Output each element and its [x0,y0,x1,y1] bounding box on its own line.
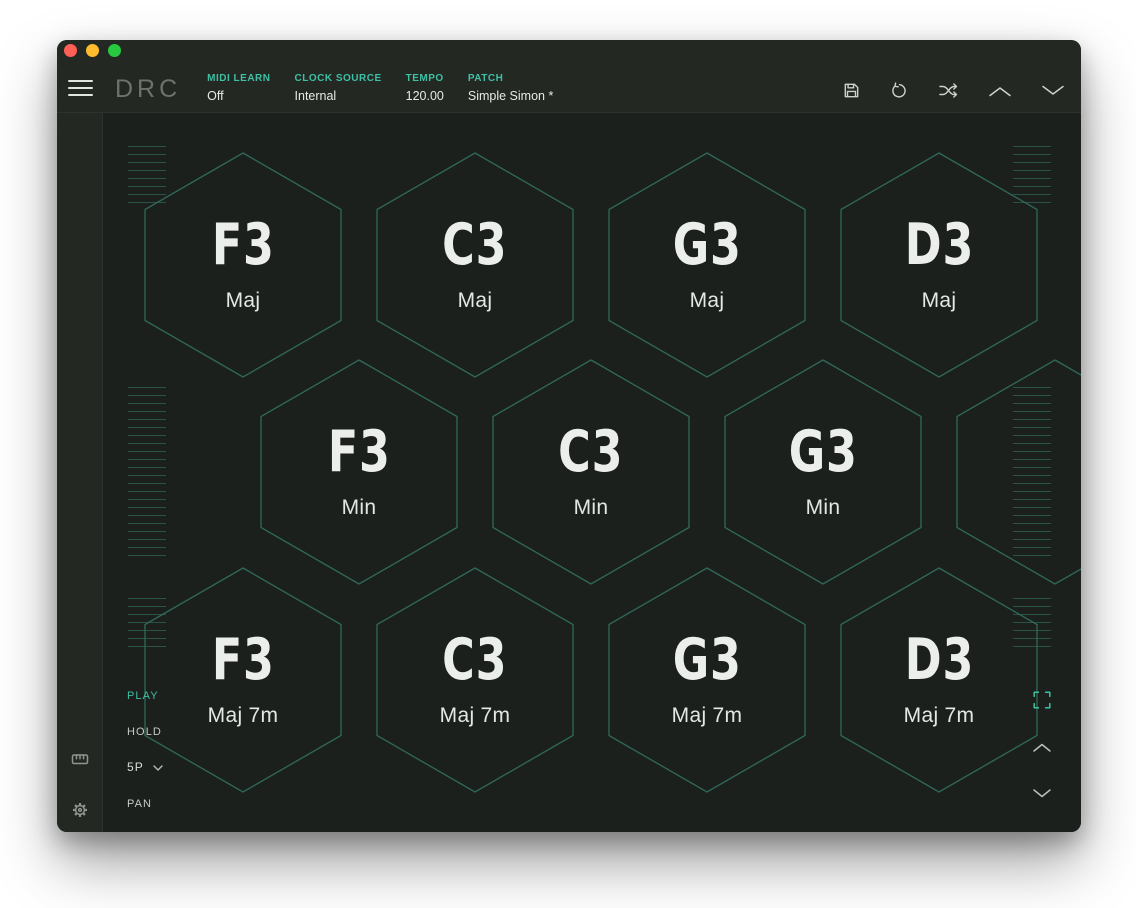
chord-pad-partial[interactable] [956,359,1081,585]
tempo-value: 120.00 [405,89,444,103]
settings-gear-icon[interactable] [70,800,90,820]
hold-mode-button[interactable]: HOLD [127,726,162,738]
app-logo: DRC [115,75,182,103]
chord-pad-grid: F3 Maj C3 Maj G3 Maj D3 Maj F3 Min C3 Mi… [103,113,1081,832]
minimize-button[interactable] [86,43,99,57]
pad-note: C3 [558,419,624,485]
focus-frame-icon[interactable] [1033,691,1051,709]
midi-learn-label: MIDI LEARN [207,73,271,84]
window-controls [64,43,121,57]
midi-device-icon[interactable] [70,749,90,769]
chord-pad[interactable]: D3 Maj [840,152,1038,378]
ruled-lines [128,387,166,557]
chord-pad[interactable]: C3 Min [492,359,690,585]
undo-icon[interactable] [890,81,909,100]
chevron-up-icon[interactable] [988,84,1012,98]
hamburger-menu-button[interactable] [68,80,93,96]
patch-label: PATCH [467,73,504,84]
pad-note: G3 [788,419,858,485]
clock-source-control[interactable]: CLOCK SOURCE Internal [295,73,382,103]
chord-pad[interactable]: C3 Maj 7m [376,567,574,793]
pad-note: C3 [442,627,508,693]
midi-learn-control[interactable]: MIDI LEARN Off [207,73,270,103]
chord-pad[interactable]: G3 Maj [608,152,806,378]
hexagon-outline [956,359,1081,585]
patch-control[interactable]: PATCH Simple Simon * [468,73,553,103]
tempo-label: TEMPO [405,73,444,84]
tempo-control[interactable]: TEMPO 120.00 [406,73,444,103]
pad-note: F3 [211,212,275,278]
midi-learn-value: Off [207,89,224,103]
octave-down-icon[interactable] [1032,787,1052,800]
shuffle-icon[interactable] [938,81,959,100]
pad-note: G3 [672,627,742,693]
voicing-value: 5P [127,760,144,774]
chord-pad[interactable]: D3 Maj 7m [840,567,1038,793]
save-icon[interactable] [842,81,861,100]
chord-pad[interactable]: F3 Min [260,359,458,585]
app-window: DRC MIDI LEARN Off CLOCK SOURCE Internal… [57,40,1081,832]
chord-pad[interactable]: G3 Min [724,359,922,585]
chevron-down-icon[interactable] [1041,84,1065,98]
pad-note: F3 [327,419,391,485]
chord-pad[interactable]: F3 Maj [144,152,342,378]
close-button[interactable] [64,43,77,57]
header-actions [842,81,1065,100]
pad-note: C3 [442,212,508,278]
pad-note: D3 [904,627,974,693]
octave-up-icon[interactable] [1032,741,1052,754]
chord-pad[interactable]: C3 Maj [376,152,574,378]
chord-pad[interactable]: G3 Maj 7m [608,567,806,793]
header-bar: DRC MIDI LEARN Off CLOCK SOURCE Internal… [57,40,1081,113]
left-sidebar [57,113,103,832]
voicing-dropdown[interactable]: 5P [127,760,163,774]
play-mode-button[interactable]: PLAY [127,690,159,702]
chord-pad[interactable]: F3 Maj 7m [144,567,342,793]
pad-note: D3 [904,212,974,278]
patch-value: Simple Simon * [467,89,554,103]
dropdown-chevron-icon [153,765,163,771]
pad-note: G3 [672,212,742,278]
zoom-button[interactable] [108,43,121,57]
clock-source-value: Internal [294,89,337,103]
pan-mode-button[interactable]: PAN [127,798,152,810]
clock-source-label: CLOCK SOURCE [294,73,382,84]
pad-note: F3 [211,627,275,693]
